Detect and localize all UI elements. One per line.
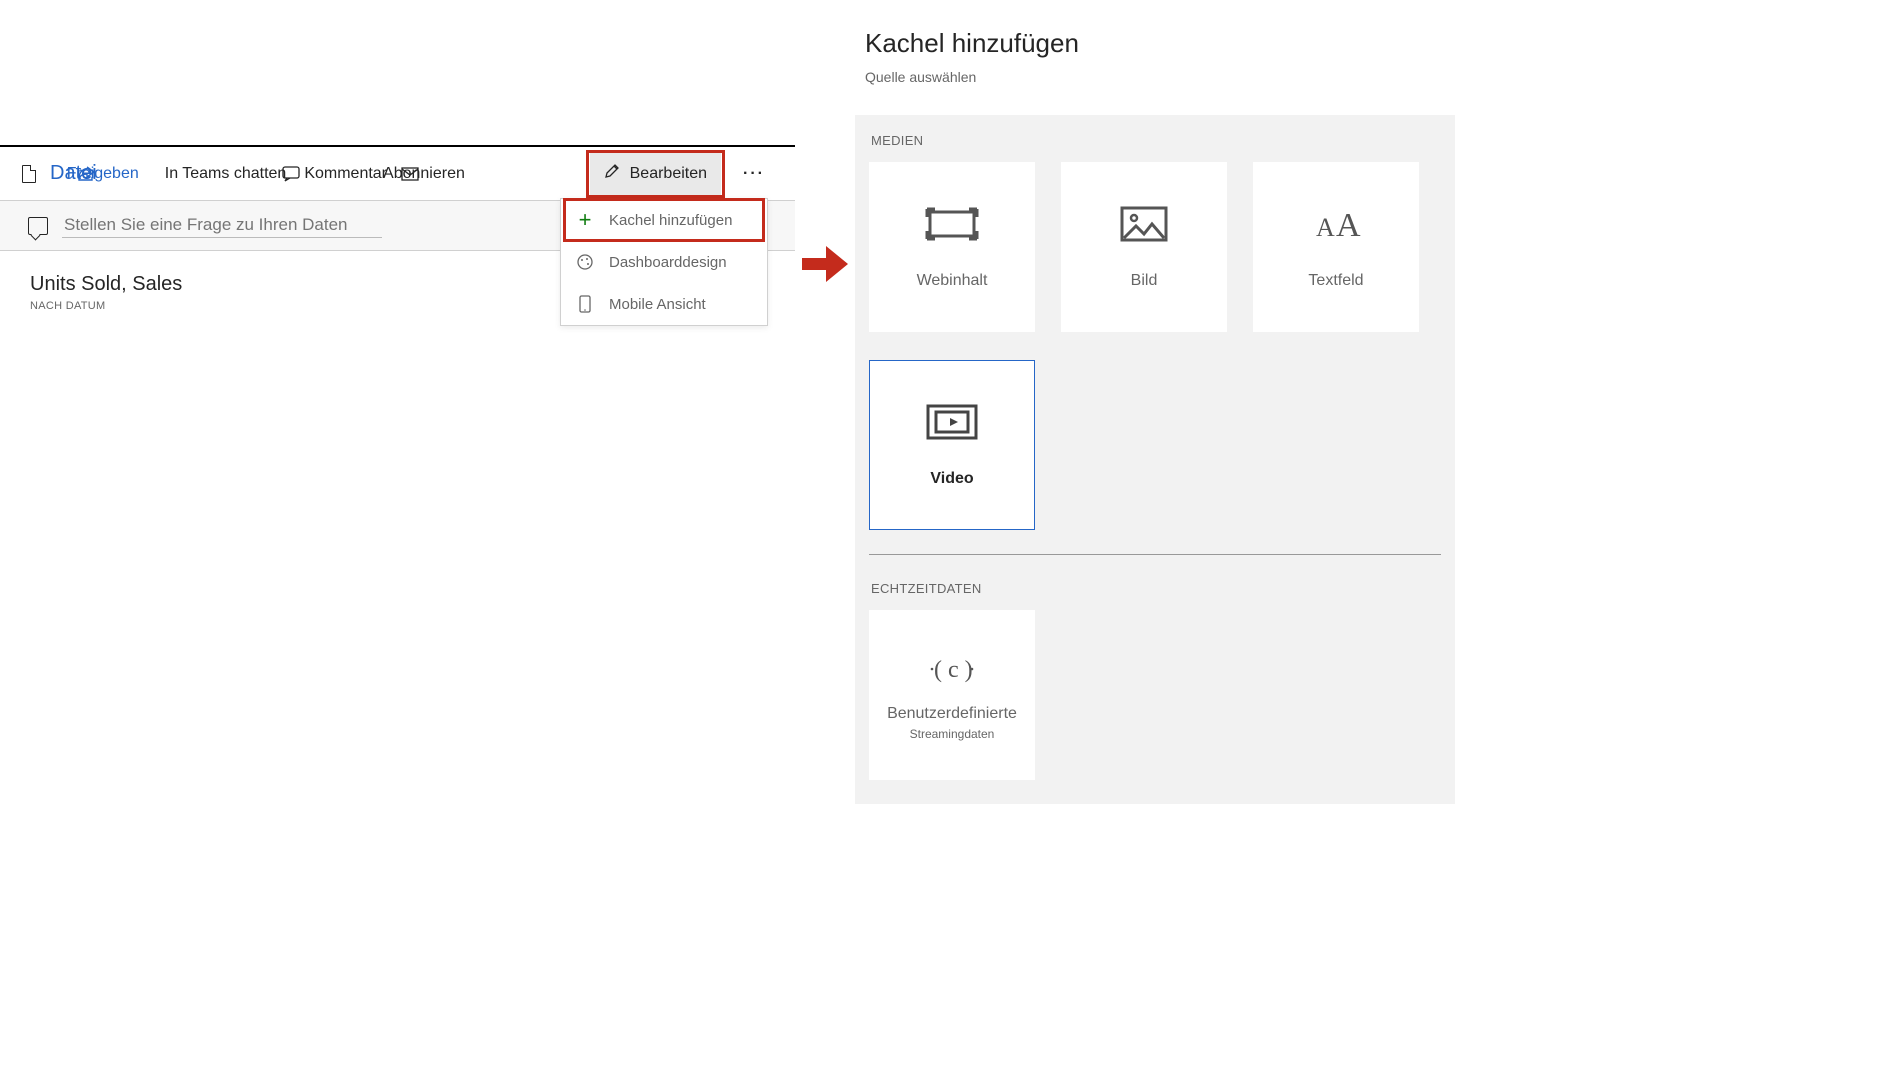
edit-label: Bearbeiten [630,165,707,183]
phone-icon [575,295,595,313]
share-button[interactable]: Freigeben [61,161,145,187]
comment-icon [28,217,48,235]
streaming-icon: ( c ) [924,649,980,689]
palette-icon [575,253,595,271]
tile-source-webcontent[interactable]: Webinhalt [869,162,1035,332]
text-icon: AA [1308,204,1364,244]
menu-add-tile[interactable]: + Kachel hinzufügen [561,199,767,241]
card-label: Video [930,470,973,488]
more-options-button[interactable]: ··· [735,161,773,187]
panel-body: MEDIEN Webinhalt Bild AA Textfeld Video … [855,115,1455,804]
arrow-icon [800,244,850,284]
edit-button[interactable]: Bearbeiten [590,152,721,196]
menu-add-tile-label: Kachel hinzufügen [609,212,732,229]
menu-theme-label: Dashboarddesign [609,254,727,271]
card-label: Textfeld [1308,272,1363,290]
section-divider [869,554,1441,555]
toolbar: Datei Freigeben In Teams chatten Komment… [0,147,795,201]
menu-dashboard-theme[interactable]: Dashboarddesign [561,241,767,283]
pencil-icon [604,163,620,184]
add-tile-panel: Kachel hinzufügen Quelle auswählen MEDIE… [855,0,1465,804]
tile-source-text[interactable]: AA Textfeld [1253,162,1419,332]
webcontent-icon [924,204,980,244]
edit-dropdown-menu: + Kachel hinzufügen Dashboarddesign Mobi… [560,198,768,326]
subscribe-button[interactable]: Abonnieren [377,161,471,187]
plus-icon: + [579,209,592,231]
media-card-grid: Webinhalt Bild AA Textfeld Video [869,162,1441,530]
section-realtime-header: ECHTZEITDATEN [871,581,1441,596]
tile-source-streaming[interactable]: ( c ) Benutzerdefinierte Streamingdaten [869,610,1035,780]
menu-mobile-view[interactable]: Mobile Ansicht [561,283,767,325]
svg-text:( c ): ( c ) [934,657,973,683]
card-label: Benutzerdefinierte [887,705,1017,723]
svg-text:A: A [1316,213,1335,242]
card-label: Bild [1131,272,1158,290]
image-icon [1116,204,1172,244]
panel-subtitle: Quelle auswählen [865,69,1465,85]
panel-title: Kachel hinzufügen [865,28,1465,59]
teams-chat-button[interactable]: In Teams chatten [159,161,293,187]
realtime-card-grid: ( c ) Benutzerdefinierte Streamingdaten [869,610,1441,780]
qna-input[interactable] [62,214,382,238]
card-sublabel: Streamingdaten [910,727,995,741]
menu-mobile-label: Mobile Ansicht [609,296,706,313]
card-label: Webinhalt [917,272,988,290]
svg-text:A: A [1336,207,1361,244]
file-icon [22,165,36,183]
video-icon [924,402,980,442]
section-media-header: MEDIEN [871,133,1441,148]
mail-icon [401,167,419,181]
edit-button-group: Bearbeiten [590,152,721,196]
tile-source-image[interactable]: Bild [1061,162,1227,332]
tile-source-video[interactable]: Video [869,360,1035,530]
